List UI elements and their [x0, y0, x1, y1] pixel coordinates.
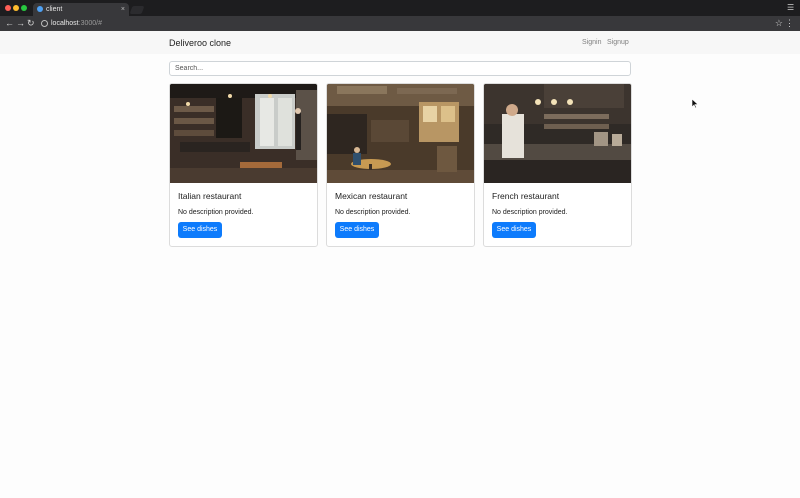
card-title: French restaurant	[492, 191, 560, 201]
maximize-window-button[interactable]	[21, 5, 27, 11]
arrow-right-icon[interactable]: →	[16, 17, 25, 30]
url-host: localhost	[51, 20, 79, 27]
favicon-icon	[37, 6, 43, 12]
reload-icon[interactable]: ↻	[27, 17, 35, 30]
tab-title: client	[46, 6, 63, 13]
restaurant-card: French restaurant No description provide…	[483, 83, 632, 247]
search-input[interactable]	[169, 61, 631, 76]
profile-icon[interactable]: ☰	[787, 3, 795, 12]
card-description: No description provided.	[492, 209, 568, 216]
info-icon[interactable]	[41, 20, 48, 27]
brand-link[interactable]: Deliveroo clone	[169, 37, 231, 49]
card-description: No description provided.	[335, 209, 411, 216]
see-dishes-button[interactable]: See dishes	[178, 222, 222, 238]
browser-titlebar: client × ☰	[0, 0, 800, 16]
kebab-menu-icon[interactable]: ⋮	[785, 17, 794, 30]
new-tab-button[interactable]	[129, 6, 145, 14]
browser-toolbar: ← → ↻ localhost:3000/# ☆ ⋮	[0, 16, 800, 31]
card-title: Mexican restaurant	[335, 191, 408, 201]
restaurant-card: Italian restaurant No description provid…	[169, 83, 318, 247]
see-dishes-button[interactable]: See dishes	[492, 222, 536, 238]
close-window-button[interactable]	[5, 5, 11, 11]
card-title: Italian restaurant	[178, 191, 242, 201]
restaurant-image	[484, 84, 631, 183]
close-tab-icon[interactable]: ×	[121, 4, 125, 15]
star-icon[interactable]: ☆	[775, 17, 783, 30]
address-bar[interactable]: localhost:3000/#	[51, 18, 102, 29]
browser-tab[interactable]: client ×	[33, 3, 129, 16]
mouse-cursor-icon	[692, 99, 698, 108]
restaurant-image	[170, 84, 317, 183]
card-description: No description provided.	[178, 209, 254, 216]
arrow-left-icon[interactable]: ←	[5, 17, 14, 30]
url-port: :3000/#	[78, 20, 102, 27]
restaurant-image	[327, 84, 474, 183]
signin-link[interactable]: Signin	[582, 38, 601, 48]
app-navbar: Deliveroo clone Signin Signup	[0, 31, 800, 54]
minimize-window-button[interactable]	[13, 5, 19, 11]
signup-link[interactable]: Signup	[607, 38, 629, 48]
restaurant-card: Mexican restaurant No description provid…	[326, 83, 475, 247]
see-dishes-button[interactable]: See dishes	[335, 222, 379, 238]
